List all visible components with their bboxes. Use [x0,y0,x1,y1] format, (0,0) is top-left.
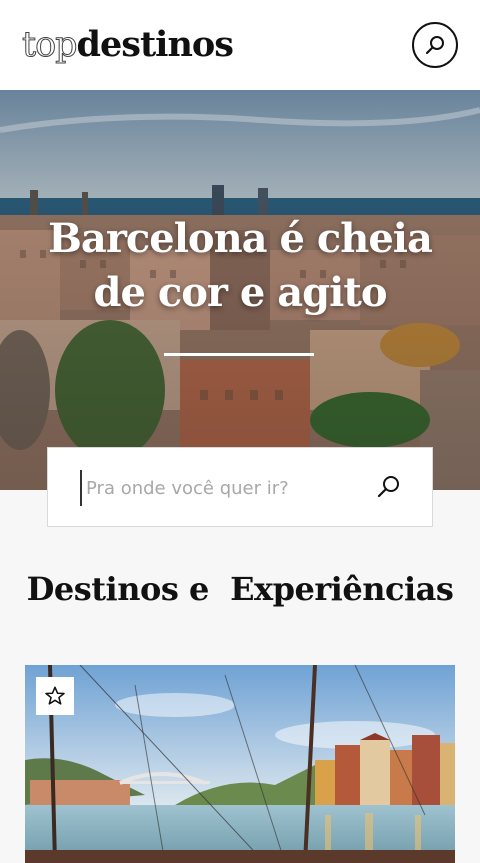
header-search-button[interactable] [412,22,458,68]
hero-title-line1: Barcelona é cheia [48,215,433,262]
section-title: Destinos e Experiências [26,570,454,608]
logo-bold-text: destinos [76,24,234,65]
destination-card[interactable] [25,665,455,863]
destination-search-box [47,447,433,527]
favorite-button[interactable] [36,677,74,715]
search-icon [425,36,444,55]
destination-search-button[interactable] [374,472,404,502]
card-porto-image [25,665,455,863]
destination-search-input[interactable] [80,470,378,506]
search-icon [377,476,399,498]
logo[interactable]: top destinos [22,20,234,70]
hero-banner: Barcelona é cheia de cor e agito [0,90,480,490]
hero-title-line2: de cor e agito [93,269,388,316]
hero-divider [164,353,314,356]
hero-title: Barcelona é cheia de cor e agito [20,212,460,320]
site-header: top destinos [0,0,480,90]
star-outline-icon [45,686,65,705]
logo-light-text: top [22,25,79,66]
